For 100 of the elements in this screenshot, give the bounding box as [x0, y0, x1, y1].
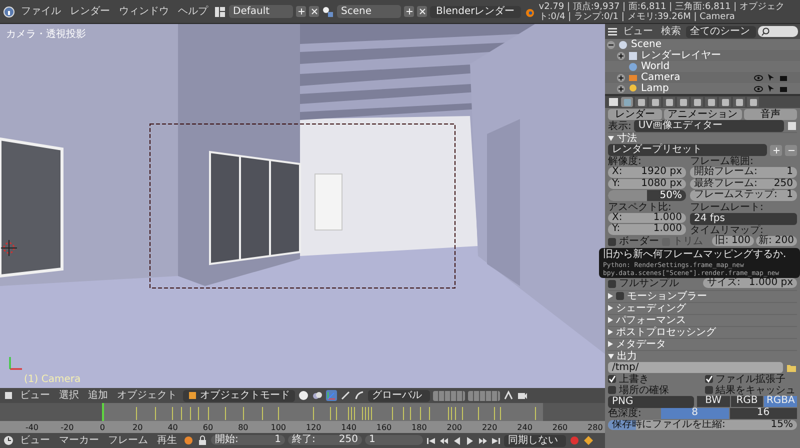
- rotate-icon[interactable]: [354, 390, 365, 401]
- checkbox[interactable]: 結果をキャッシュ: [704, 384, 797, 396]
- expand-arrow-icon[interactable]: [608, 317, 613, 323]
- remove-button[interactable]: [785, 144, 797, 156]
- panel-title[interactable]: モーションブラー: [627, 290, 707, 302]
- properties-tab-icon[interactable]: [719, 97, 731, 107]
- color-mode-button[interactable]: BW: [697, 396, 730, 407]
- add-button[interactable]: [770, 144, 782, 156]
- lock-icon[interactable]: [197, 435, 208, 446]
- move-icon[interactable]: [340, 390, 351, 401]
- expand-arrow-icon[interactable]: [608, 341, 613, 347]
- display-dropdown[interactable]: UV画像エディター: [634, 120, 784, 132]
- expand-toggle-icon[interactable]: [617, 74, 625, 82]
- tree-item[interactable]: レンダーレイヤー: [641, 50, 721, 61]
- folder-icon[interactable]: [786, 362, 797, 372]
- end-frame-field[interactable]: 終了: 250: [288, 434, 362, 446]
- preset-dropdown[interactable]: レンダープリセット: [608, 144, 767, 156]
- add-button[interactable]: [296, 6, 306, 17]
- collapse-toggle-icon[interactable]: [607, 40, 615, 48]
- properties-tab-icon[interactable]: [733, 97, 745, 107]
- close-button[interactable]: [309, 6, 319, 17]
- jump-start-icon[interactable]: [426, 436, 436, 446]
- search-field[interactable]: [758, 26, 798, 37]
- file-format-dropdown[interactable]: PNG: [608, 396, 694, 408]
- jump-end-icon[interactable]: [491, 436, 501, 446]
- menu-item[interactable]: レンダー: [67, 6, 113, 18]
- sphere-icon[interactable]: [298, 390, 309, 401]
- menu-item[interactable]: ファイル: [18, 6, 64, 18]
- eye-icon[interactable]: [754, 84, 763, 93]
- number-field[interactable]: Y: 1.000: [608, 224, 686, 234]
- render-option-button[interactable]: レンダー: [608, 108, 662, 120]
- render-engine-dropdown[interactable]: Blenderレンダー: [430, 6, 521, 18]
- percentage-slider[interactable]: 50%: [608, 190, 686, 200]
- clock-icon[interactable]: [3, 435, 14, 446]
- play-icon[interactable]: [465, 436, 475, 446]
- menu-item[interactable]: マーカー: [56, 434, 102, 446]
- previous-keyframe-icon[interactable]: [439, 436, 449, 446]
- tree-item[interactable]: World: [641, 61, 670, 72]
- scene-filter-dropdown[interactable]: 全てのシーン: [686, 26, 756, 38]
- sync-dropdown[interactable]: 同期しない: [504, 434, 566, 446]
- render-option-button[interactable]: アニメーション: [664, 108, 742, 120]
- panel-title[interactable]: 寸法: [617, 133, 637, 144]
- info-icon[interactable]: [3, 6, 15, 18]
- checkbox[interactable]: ボーダー: [608, 236, 659, 247]
- tree-item[interactable]: Lamp: [641, 83, 669, 94]
- scene-field[interactable]: Scene: [337, 5, 401, 18]
- properties-tab-icon[interactable]: [663, 97, 675, 107]
- expand-toggle-icon[interactable]: [617, 84, 625, 92]
- properties-tab-icon[interactable]: [649, 97, 661, 107]
- checkbox[interactable]: ファイル拡張子: [704, 374, 797, 384]
- menu-item[interactable]: 再生: [154, 434, 180, 446]
- layout-grid-icon[interactable]: [214, 6, 226, 18]
- close-button[interactable]: [417, 6, 427, 17]
- expand-toggle-icon[interactable]: [617, 52, 625, 60]
- number-field[interactable]: X: 1920 px: [608, 167, 686, 178]
- menu-item[interactable]: オブジェクト: [114, 390, 180, 402]
- panel-title[interactable]: ポストプロセッシング: [616, 326, 716, 338]
- number-field[interactable]: 新: 200: [756, 236, 797, 246]
- number-field[interactable]: 旧: 100: [712, 236, 754, 246]
- panel-title[interactable]: シェーディング: [616, 302, 686, 314]
- number-field[interactable]: 開始フレーム: 1: [690, 167, 797, 178]
- checkbox[interactable]: フルサンプル: [608, 278, 700, 289]
- expand-arrow-icon[interactable]: [608, 329, 613, 335]
- manipulator-icon[interactable]: [326, 390, 337, 401]
- eye-icon[interactable]: [754, 73, 763, 82]
- number-field[interactable]: Y: 1080 px: [608, 178, 686, 189]
- layout-field[interactable]: Default: [229, 5, 293, 18]
- expand-arrow-icon[interactable]: [608, 305, 613, 311]
- start-frame-field[interactable]: 開始: 1: [211, 434, 285, 446]
- color-depth-button[interactable]: 8: [661, 408, 728, 419]
- menu-item[interactable]: ヘルプ: [175, 6, 211, 18]
- color-mode-button[interactable]: RGBA: [764, 396, 798, 407]
- tree-item[interactable]: Scene: [631, 39, 662, 50]
- color-depth-button[interactable]: 16: [730, 408, 797, 419]
- next-keyframe-icon[interactable]: [478, 436, 488, 446]
- panel-title[interactable]: メタデータ: [616, 338, 666, 350]
- number-field[interactable]: X: 1.000: [608, 212, 686, 223]
- checkbox[interactable]: [616, 292, 624, 300]
- menu-item[interactable]: 追加: [85, 390, 111, 402]
- properties-tab-icon[interactable]: [621, 97, 633, 107]
- list-icon[interactable]: [607, 26, 618, 37]
- 3d-cursor-icon[interactable]: [0, 240, 18, 256]
- current-frame-field[interactable]: 1: [365, 434, 423, 446]
- menu-item[interactable]: 検索: [658, 26, 684, 38]
- output-path-field[interactable]: /tmp/: [608, 362, 783, 373]
- panel-title[interactable]: パフォーマンス: [616, 314, 686, 326]
- properties-tab-icon[interactable]: [635, 97, 647, 107]
- checkbox[interactable]: 上書き: [608, 374, 700, 384]
- play-reverse-icon[interactable]: [452, 436, 462, 446]
- frame-rate-dropdown[interactable]: 24 fps: [690, 212, 797, 224]
- orientation-dropdown[interactable]: グローバル: [368, 390, 430, 402]
- layer-buttons[interactable]: [433, 390, 465, 400]
- menu-item[interactable]: ビュー: [17, 390, 53, 402]
- menu-item[interactable]: フレーム: [105, 434, 151, 446]
- render-option-button[interactable]: 音声: [744, 108, 797, 120]
- menu-item[interactable]: ビュー: [17, 434, 53, 446]
- checkbox[interactable]: 場所の確保: [608, 384, 700, 396]
- menu-item[interactable]: ウィンドウ: [116, 6, 172, 18]
- color-mode-button[interactable]: RGB: [730, 396, 764, 407]
- number-field[interactable]: 最終フレーム: 250: [690, 178, 797, 189]
